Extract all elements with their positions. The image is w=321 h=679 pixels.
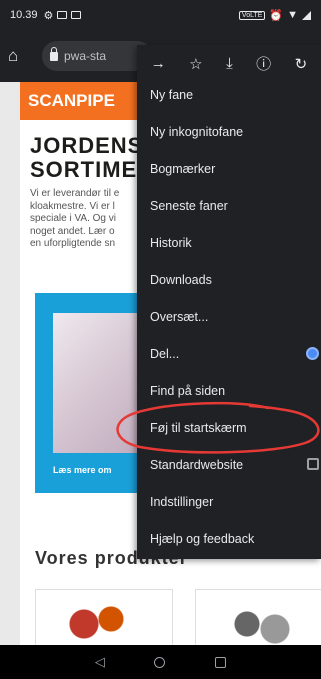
menu-item-add-to-home-screen[interactable]: Føj til startskærm — [137, 413, 321, 443]
menu-item-settings[interactable]: Indstillinger — [137, 487, 321, 517]
share-assistant-icon — [306, 347, 319, 363]
signal-icon — [302, 10, 311, 20]
system-nav-bar: ◁ — [0, 645, 321, 679]
menu-item-desktop-site-label: Standardwebsite — [150, 458, 244, 472]
product-card[interactable] — [195, 589, 321, 645]
recents-icon[interactable] — [215, 656, 227, 668]
status-bar: 10.39 ⚙ VoLTE ⏰ ▼ — [0, 0, 321, 30]
menu-item-share-label: Del... — [150, 347, 180, 361]
download-icon[interactable]: ⤓ — [226, 55, 233, 72]
home-nav-icon[interactable] — [154, 656, 166, 668]
drain-parts-image — [226, 604, 296, 645]
hero-cta-link[interactable]: Læs mere om — [53, 465, 112, 475]
alarm-icon: ⏰ — [269, 9, 284, 22]
pipe-fittings-image — [66, 604, 126, 645]
menu-item-bookmarks[interactable]: Bogmærker — [137, 154, 321, 184]
url-text: pwa-sta — [64, 49, 107, 63]
desktop-site-checkbox[interactable] — [307, 458, 319, 473]
menu-item-history[interactable]: Historik — [137, 228, 321, 258]
email-notification-icon — [71, 11, 82, 19]
menu-icon-row: → ☆ ⤓ ⓘ ↻ — [137, 45, 321, 82]
menu-item-recent-tabs[interactable]: Seneste faner — [137, 191, 321, 221]
notification-icons: ⚙ — [44, 9, 82, 22]
forward-icon[interactable]: → — [151, 55, 166, 72]
back-icon[interactable]: ◁ — [95, 654, 105, 670]
refresh-icon[interactable]: ↻ — [295, 55, 308, 73]
home-icon[interactable]: ⌂ — [8, 46, 32, 66]
info-icon[interactable]: ⓘ — [256, 53, 271, 74]
menu-item-find-in-page[interactable]: Find på siden — [137, 376, 321, 406]
wifi-icon: ▼ — [287, 9, 298, 21]
message-notification-icon — [57, 11, 68, 19]
menu-item-incognito-tab[interactable]: Ny inkognitofane — [137, 117, 321, 147]
brand-logo[interactable]: SCANPIPE — [28, 91, 115, 111]
address-bar[interactable]: pwa-sta — [42, 41, 152, 71]
menu-item-help-feedback[interactable]: Hjælp og feedback — [137, 524, 321, 554]
settings-notification-icon: ⚙ — [43, 9, 54, 22]
status-time: 10.39 — [10, 9, 38, 21]
lock-icon — [50, 46, 58, 61]
menu-item-new-tab[interactable]: Ny fane — [137, 80, 321, 110]
menu-item-desktop-site[interactable]: Standardwebsite — [137, 450, 321, 480]
bookmark-star-icon[interactable]: ☆ — [189, 55, 202, 73]
product-card[interactable] — [35, 589, 173, 645]
menu-item-translate[interactable]: Oversæt... — [137, 302, 321, 332]
menu-item-downloads[interactable]: Downloads — [137, 265, 321, 295]
overflow-menu: → ☆ ⤓ ⓘ ↻ Ny fane Ny inkognitofane Bogmæ… — [137, 45, 321, 559]
volte-icon: VoLTE — [238, 10, 266, 20]
menu-item-share[interactable]: Del... — [137, 339, 321, 369]
system-status-icons: VoLTE ⏰ ▼ — [238, 9, 311, 22]
